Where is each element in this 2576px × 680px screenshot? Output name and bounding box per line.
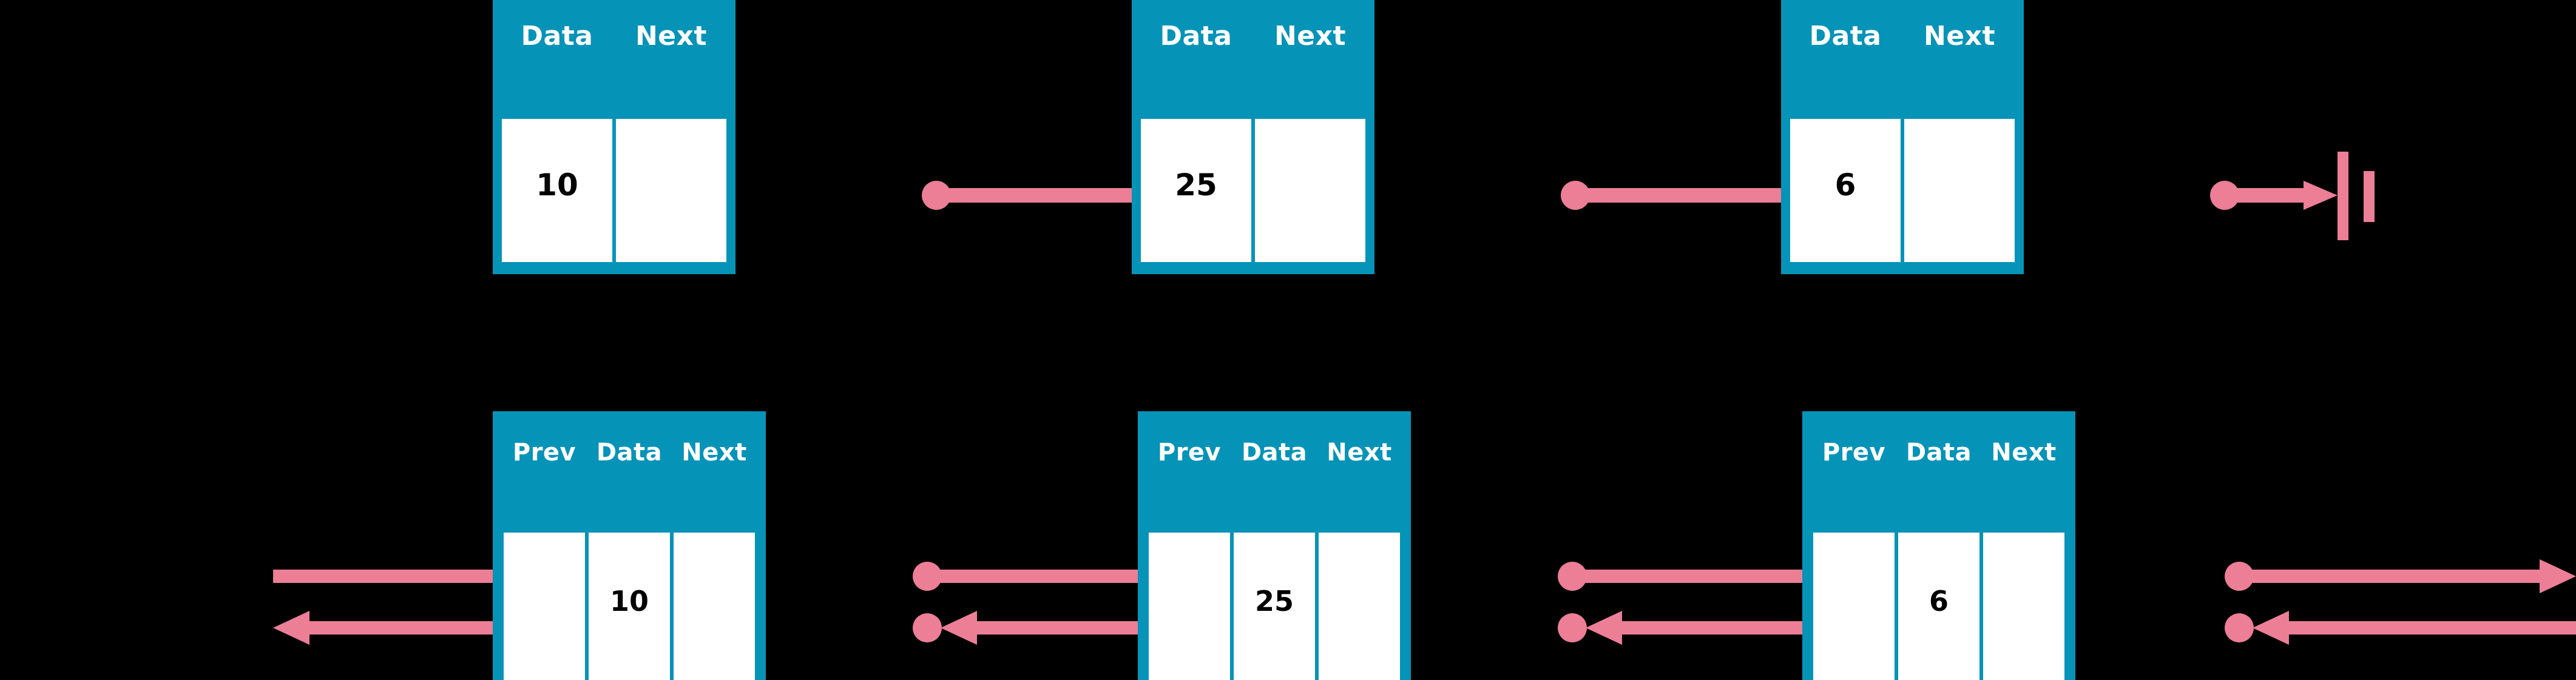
null-terminator-icon: [2338, 152, 2375, 240]
singly-node-1-cells: 10: [502, 119, 726, 262]
data-value: 25: [1175, 167, 1217, 203]
doubly-node-1-cells: 10: [504, 533, 755, 680]
header-label-prev: Prev: [512, 439, 576, 466]
doubly-node-3-header: Prev Data Next: [1813, 411, 2064, 533]
doubly-node-2-cells: 25: [1149, 533, 1400, 680]
header-label-data: Data: [596, 439, 663, 466]
tail-incoming-prev-arrow: [2225, 611, 2576, 645]
singly-node-1[interactable]: Data Next 10: [493, 0, 735, 274]
next-cell: [616, 119, 726, 262]
header-label-next: Next: [1327, 439, 1392, 466]
next-pointer-node3-null: [2210, 181, 2338, 210]
singly-node-3-header: Data Next: [1790, 0, 2015, 119]
data-cell: 6: [1898, 533, 1979, 680]
next-cell: [1255, 119, 1365, 262]
header-label-next: Next: [1274, 21, 1347, 52]
singly-node-3[interactable]: Data Next 6: [1781, 0, 2024, 274]
singly-node-1-header: Data Next: [502, 0, 726, 119]
data-value: 10: [609, 585, 649, 618]
data-cell: 10: [589, 533, 670, 680]
doubly-node-2[interactable]: Prev Data Next 25: [1138, 411, 1411, 680]
singly-node-3-cells: 6: [1790, 119, 2015, 262]
header-label-data: Data: [521, 21, 593, 52]
data-cell: 25: [1234, 533, 1315, 680]
next-cell: [1983, 533, 2064, 680]
header-label-data: Data: [1160, 21, 1232, 52]
header-label-data: Data: [1905, 439, 1972, 466]
singly-node-2-header: Data Next: [1141, 0, 1365, 119]
diagram-canvas: Data Next 10 Data Next 25 Data Next 6 Pr…: [0, 0, 2576, 680]
doubly-node-3-cells: 6: [1813, 533, 2064, 680]
header-label-next: Next: [1923, 21, 1996, 52]
data-value: 25: [1254, 585, 1294, 618]
singly-node-2-cells: 25: [1141, 119, 1365, 262]
doubly-node-1-header: Prev Data Next: [504, 411, 755, 533]
header-label-next: Next: [681, 439, 747, 466]
doubly-node-1[interactable]: Prev Data Next 10: [493, 411, 766, 680]
data-value: 6: [1929, 585, 1949, 618]
data-cell: 10: [502, 119, 612, 262]
next-cell: [1319, 533, 1400, 680]
tail-outgoing-next-arrow: [2225, 559, 2576, 593]
header-label-next: Next: [635, 21, 708, 52]
data-value: 6: [1834, 167, 1856, 203]
header-label-data: Data: [1809, 21, 1882, 52]
data-cell: 25: [1141, 119, 1251, 262]
doubly-node-3[interactable]: Prev Data Next 6: [1802, 411, 2075, 680]
header-label-next: Next: [1991, 439, 2057, 466]
doubly-node-2-header: Prev Data Next: [1149, 411, 1400, 533]
data-value: 10: [536, 167, 578, 203]
prev-cell: [1149, 533, 1230, 680]
next-cell: [674, 533, 755, 680]
header-label-data: Data: [1241, 439, 1308, 466]
prev-cell: [504, 533, 585, 680]
header-label-prev: Prev: [1157, 439, 1222, 466]
data-cell: 6: [1790, 119, 1901, 262]
header-label-prev: Prev: [1822, 439, 1886, 466]
next-cell: [1904, 119, 2015, 262]
prev-cell: [1813, 533, 1895, 680]
singly-node-2[interactable]: Data Next 25: [1132, 0, 1374, 274]
